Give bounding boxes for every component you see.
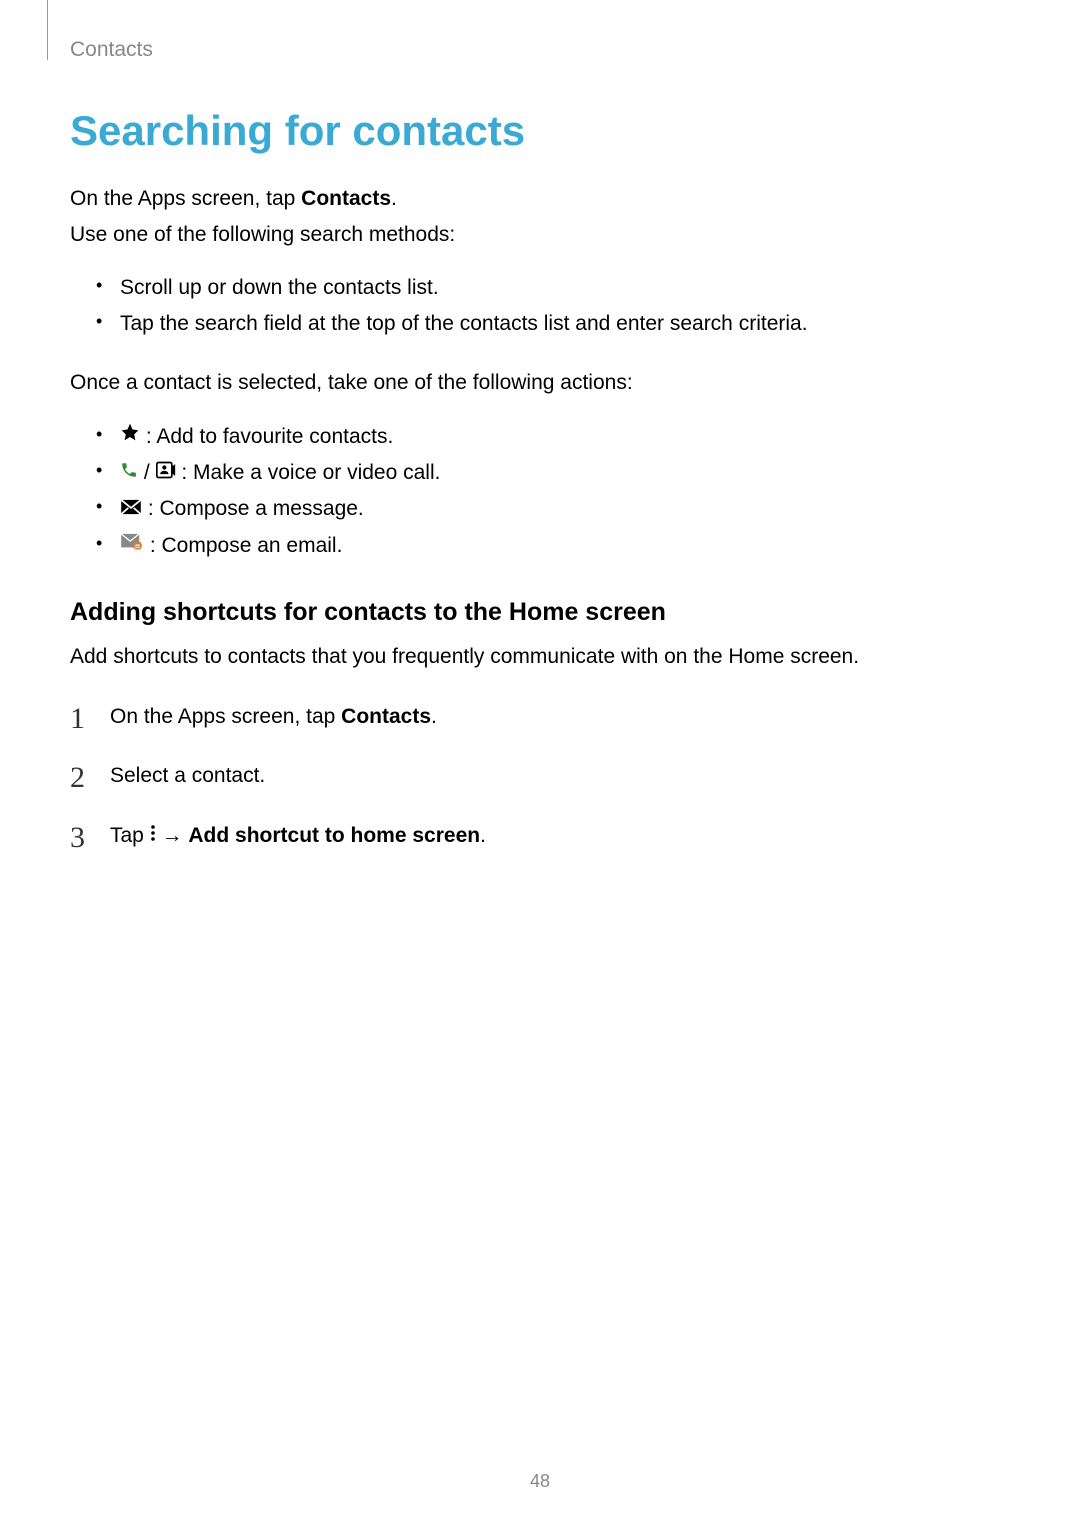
step-3d: .: [480, 824, 486, 847]
list-item: 3 Tap → Add shortcut to home screen.: [70, 818, 1010, 854]
step-3c: Add shortcut to home screen: [188, 824, 480, 847]
intro-1b: Contacts: [301, 187, 391, 210]
list-item: : Compose a message.: [102, 491, 1010, 527]
step-number: 3: [70, 812, 85, 863]
message-icon: [120, 491, 142, 527]
intro-paragraph-1: On the Apps screen, tap Contacts.: [70, 183, 1010, 215]
step-3a: Tap: [110, 824, 150, 847]
action-fav-text: : Add to favourite contacts.: [140, 425, 393, 448]
action-msg-text: : Compose a message.: [142, 497, 364, 520]
step-3b: →: [156, 824, 189, 847]
search-methods-list: Scroll up or down the contacts list. Tap…: [70, 270, 1010, 341]
intro-paragraph-2: Use one of the following search methods:: [70, 219, 1010, 251]
page-title: Searching for contacts: [70, 107, 1010, 155]
email-icon: @: [120, 527, 144, 563]
page-number: 48: [0, 1471, 1080, 1492]
step-1a: On the Apps screen, tap: [110, 705, 341, 728]
step-1c: .: [431, 705, 437, 728]
breadcrumb: Contacts: [70, 38, 153, 62]
video-call-icon: [156, 455, 176, 491]
subheading: Adding shortcuts for contacts to the Hom…: [70, 598, 1010, 627]
step-number: 2: [70, 752, 85, 803]
step-1b: Contacts: [341, 705, 431, 728]
step-2: Select a contact.: [110, 764, 265, 787]
call-sep: /: [138, 461, 156, 484]
list-item: Scroll up or down the contacts list.: [102, 270, 1010, 306]
action-email-text: : Compose an email.: [144, 534, 342, 557]
step-number: 1: [70, 693, 85, 744]
list-item: : Add to favourite contacts.: [102, 419, 1010, 455]
steps-list: 1 On the Apps screen, tap Contacts. 2 Se…: [70, 699, 1010, 855]
more-options-icon: [150, 818, 156, 854]
svg-text:@: @: [134, 544, 140, 551]
list-item: Tap the search field at the top of the c…: [102, 306, 1010, 342]
star-icon: [120, 418, 140, 454]
intro-paragraph-3: Once a contact is selected, take one of …: [70, 367, 1010, 399]
phone-icon: [120, 455, 138, 491]
intro-1a: On the Apps screen, tap: [70, 187, 301, 210]
list-item: 2 Select a contact.: [70, 758, 1010, 794]
list-item: / : Make a voice or video call.: [102, 455, 1010, 491]
list-item: @ : Compose an email.: [102, 528, 1010, 564]
intro-1c: .: [391, 187, 397, 210]
action-call-text: : Make a voice or video call.: [176, 461, 441, 484]
actions-list: : Add to favourite contacts. / : Make a …: [70, 419, 1010, 564]
sub-intro: Add shortcuts to contacts that you frequ…: [70, 641, 1010, 673]
list-item: 1 On the Apps screen, tap Contacts.: [70, 699, 1010, 735]
